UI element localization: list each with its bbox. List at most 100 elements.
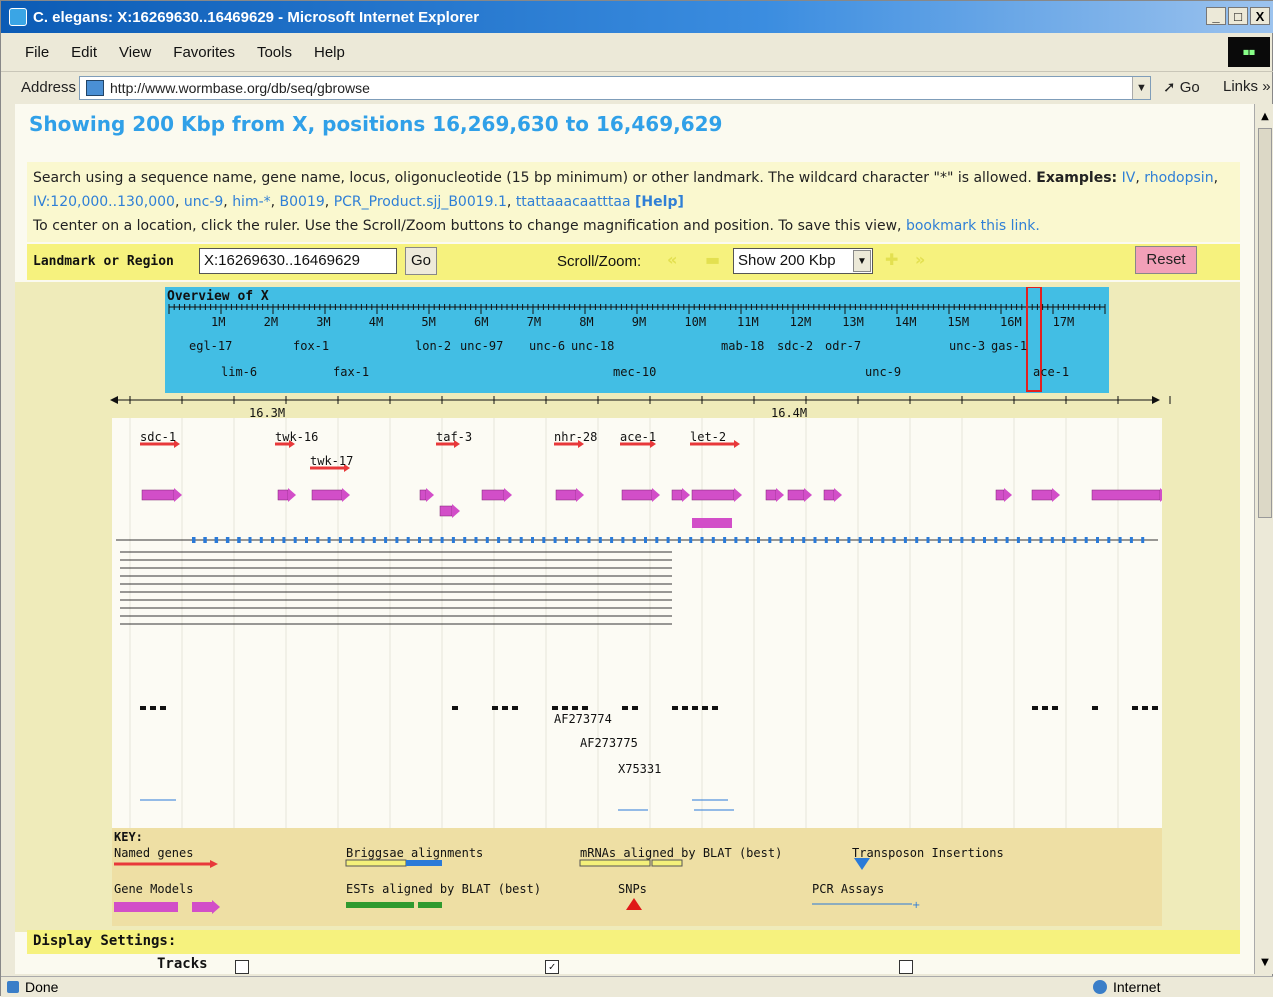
gene-model-tip[interactable] [452,504,460,518]
alignment-block[interactable] [474,537,478,543]
alignment-block[interactable] [1016,537,1020,543]
alignment-block[interactable] [926,537,930,543]
accession-label[interactable]: AF273774 [554,712,612,726]
feature-mark[interactable] [632,706,638,710]
alignment-block[interactable] [1084,537,1088,543]
accession-label[interactable]: AF273775 [580,736,638,750]
feature-mark[interactable] [712,706,718,710]
gene-model-tip[interactable] [834,488,842,502]
gene-model-tip[interactable] [342,488,350,502]
alignment-block[interactable] [1062,537,1066,543]
alignment-block[interactable] [508,537,512,543]
alignment-block[interactable] [338,537,342,543]
overview-gene-label[interactable]: unc-3 [949,339,985,353]
track-checkbox-checked[interactable]: ✓ [545,960,559,974]
gene-model-tip[interactable] [174,488,182,502]
alignment-block[interactable] [271,537,275,543]
menu-help[interactable]: Help [314,44,345,61]
gene-model-tip[interactable] [504,488,512,502]
reset-button[interactable]: Reset [1135,246,1197,274]
alignment-block[interactable] [542,537,546,543]
gene-model[interactable] [691,489,735,501]
alignment-block[interactable] [372,537,376,543]
alignment-block[interactable] [384,537,388,543]
scroll-up-icon[interactable]: ▲ [1257,108,1273,124]
feature-mark[interactable] [692,706,698,710]
maximize-button[interactable]: □ [1228,7,1248,25]
alignment-block[interactable] [700,537,704,543]
gene-model[interactable] [439,505,453,517]
alignment-block[interactable] [644,537,647,543]
alignment-block[interactable] [790,537,794,543]
alignment-block[interactable] [293,537,297,543]
gene-model[interactable] [419,489,427,501]
gene-label[interactable]: taf-3 [436,430,472,444]
alignment-block[interactable] [610,537,614,543]
gene-model[interactable] [621,489,653,501]
gene-model-tip[interactable] [682,488,690,502]
alignment-block[interactable] [1005,537,1009,543]
feature-mark[interactable] [672,706,678,710]
scroll-left-icon[interactable]: « [667,250,677,269]
alignment-block[interactable] [836,537,840,543]
alignment-block[interactable] [689,537,693,543]
zoom-out-icon[interactable]: ▬ [705,250,720,269]
overview-gene-label[interactable]: unc-9 [865,365,901,379]
example-link[interactable]: IV [1122,170,1136,186]
feature-mark[interactable] [582,706,588,710]
feature-mark[interactable] [160,706,166,710]
feature-mark[interactable] [702,706,708,710]
gene-model-tip[interactable] [1160,488,1162,502]
alignment-block[interactable] [531,537,534,543]
alignment-block[interactable] [553,537,557,543]
alignment-block[interactable] [576,537,580,543]
landmark-input[interactable]: X:16269630..16469629 [199,248,397,274]
alignment-block[interactable] [1073,537,1077,543]
overview-gene-label[interactable]: unc-97 [460,339,503,353]
overview-gene-label[interactable]: fax-1 [333,365,369,379]
gene-model[interactable] [311,489,343,501]
alignment-block[interactable] [903,537,907,543]
overview-gene-label[interactable]: gas-1 [991,339,1027,353]
gene-model[interactable] [555,489,577,501]
alignment-block[interactable] [666,537,670,543]
alignment-block[interactable] [598,537,602,543]
feature-mark[interactable] [682,706,688,710]
alignment-block[interactable] [757,537,760,543]
overview-gene-label[interactable]: lon-2 [415,339,451,353]
gene-model[interactable] [787,489,805,501]
named-gene-arrowhead[interactable] [734,440,740,448]
gene-model[interactable] [277,489,289,501]
menu-file[interactable]: File [25,44,49,61]
alignment-block[interactable] [327,537,331,543]
alignment-block[interactable] [723,537,727,543]
alignment-block[interactable] [215,537,219,543]
feature-mark[interactable] [452,706,458,710]
alignment-block[interactable] [192,537,196,543]
alignment-block[interactable] [451,537,455,543]
alignment-block[interactable] [305,537,308,543]
alignment-block[interactable] [497,537,501,543]
search-go-button[interactable]: Go [405,247,437,275]
alignment-block[interactable] [632,537,636,543]
gene-model[interactable] [995,489,1005,501]
feature-mark[interactable] [150,706,156,710]
feature-mark[interactable] [1142,706,1148,710]
alignment-block[interactable] [1028,537,1032,543]
zoom-in-icon[interactable]: ✚ [885,250,898,269]
alignment-block[interactable] [519,537,523,543]
alignment-block[interactable] [564,537,568,543]
gene-model[interactable] [1091,489,1161,501]
vertical-scrollbar[interactable]: ▲ ▼ [1254,104,1273,974]
gene-model-tip[interactable] [426,488,434,502]
chevron-down-icon[interactable]: ▼ [1132,77,1150,99]
alignment-block[interactable] [440,537,444,543]
overview-panel[interactable]: Overview of X 1M 2M 3M 4M 5M 6M 7M 8M 9M 10M 11M 12… [165,287,1109,393]
alignment-block[interactable] [847,537,851,543]
overview-gene-label[interactable]: odr-7 [825,339,861,353]
alignment-block[interactable] [406,537,410,543]
alignment-block[interactable] [203,537,207,543]
example-link[interactable]: PCR_Product.sjj_B0019.1 [334,194,507,210]
alignment-block[interactable] [745,537,749,543]
gene-model[interactable] [671,489,683,501]
